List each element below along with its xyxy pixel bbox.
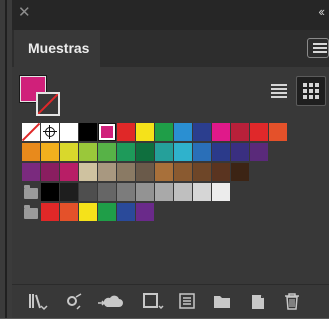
show-swatch-kinds-icon[interactable] xyxy=(140,289,164,313)
color-swatch[interactable] xyxy=(117,143,135,161)
color-swatch[interactable] xyxy=(155,143,173,161)
color-swatch[interactable] xyxy=(22,163,40,181)
color-swatch[interactable] xyxy=(79,203,97,221)
color-swatch[interactable] xyxy=(98,123,116,141)
color-swatch[interactable] xyxy=(41,143,59,161)
panel-menu-icon[interactable] xyxy=(307,38,329,58)
color-swatch[interactable] xyxy=(174,143,192,161)
color-swatch[interactable] xyxy=(193,163,211,181)
color-swatch[interactable] xyxy=(60,203,78,221)
color-swatch[interactable] xyxy=(117,183,135,201)
color-swatch[interactable] xyxy=(174,183,192,201)
color-swatch[interactable] xyxy=(174,163,192,181)
new-color-group-icon[interactable] xyxy=(210,289,234,313)
color-swatch[interactable] xyxy=(136,163,154,181)
color-swatch[interactable] xyxy=(231,143,249,161)
color-swatch[interactable] xyxy=(136,143,154,161)
color-swatch[interactable] xyxy=(22,143,40,161)
color-swatch[interactable] xyxy=(212,163,230,181)
color-swatch[interactable] xyxy=(60,123,78,141)
color-group-folder-icon[interactable] xyxy=(24,185,38,199)
color-swatch[interactable] xyxy=(41,203,59,221)
color-swatch[interactable] xyxy=(155,183,173,201)
swatches-panel: ✕ ‹‹ Muestras xyxy=(12,0,329,318)
color-swatch[interactable] xyxy=(117,203,135,221)
color-swatch[interactable] xyxy=(231,163,249,181)
panel-title-bar[interactable]: ✕ ‹‹ xyxy=(12,0,329,30)
tab-swatches[interactable]: Muestras xyxy=(14,30,100,67)
bottom-toolbar xyxy=(12,284,329,319)
color-swatch[interactable] xyxy=(193,123,211,141)
color-swatch[interactable] xyxy=(98,183,116,201)
swatch-registration[interactable] xyxy=(41,123,59,141)
color-swatch[interactable] xyxy=(193,143,211,161)
color-swatch[interactable] xyxy=(231,123,249,141)
color-swatch[interactable] xyxy=(250,143,268,161)
color-swatch[interactable] xyxy=(117,123,135,141)
collapse-panel-icon[interactable]: ‹‹ xyxy=(318,2,325,22)
panel-tab-row: Muestras xyxy=(12,30,329,67)
thumbnail-view-icon[interactable] xyxy=(296,76,326,106)
color-swatch[interactable] xyxy=(98,163,116,181)
color-swatch[interactable] xyxy=(155,123,173,141)
close-panel-icon[interactable]: ✕ xyxy=(18,3,31,23)
color-swatch[interactable] xyxy=(41,163,59,181)
color-swatch[interactable] xyxy=(60,183,78,201)
color-swatch[interactable] xyxy=(174,123,192,141)
cloud-library-icon[interactable] xyxy=(96,289,124,313)
stroke-swatch[interactable] xyxy=(36,92,60,116)
color-swatch[interactable] xyxy=(193,183,211,201)
color-swatch[interactable] xyxy=(98,203,116,221)
place-swatches-icon[interactable] xyxy=(62,289,86,313)
color-swatch[interactable] xyxy=(212,143,230,161)
color-swatch[interactable] xyxy=(212,183,230,201)
color-swatch[interactable] xyxy=(79,123,97,141)
list-view-icon[interactable] xyxy=(263,76,293,106)
swatch-none[interactable] xyxy=(22,123,40,141)
swatch-libraries-icon[interactable] xyxy=(26,289,50,313)
color-swatch[interactable] xyxy=(117,163,135,181)
color-swatch[interactable] xyxy=(136,203,154,221)
delete-swatch-icon[interactable] xyxy=(280,289,304,313)
color-group-folder-icon[interactable] xyxy=(24,205,38,219)
color-swatch[interactable] xyxy=(136,183,154,201)
color-swatch[interactable] xyxy=(136,123,154,141)
color-swatch[interactable] xyxy=(79,143,97,161)
color-swatch[interactable] xyxy=(250,123,268,141)
color-swatch[interactable] xyxy=(41,183,59,201)
color-swatch[interactable] xyxy=(79,183,97,201)
color-swatch[interactable] xyxy=(60,143,78,161)
color-swatch[interactable] xyxy=(60,163,78,181)
color-swatch[interactable] xyxy=(269,123,287,141)
color-swatch[interactable] xyxy=(98,143,116,161)
color-swatch[interactable] xyxy=(155,163,173,181)
new-swatch-icon[interactable] xyxy=(246,289,270,313)
adjacent-panel-edge xyxy=(0,0,12,318)
fill-stroke-indicator xyxy=(19,75,66,122)
color-swatch[interactable] xyxy=(212,123,230,141)
color-swatch[interactable] xyxy=(79,163,97,181)
swatch-options-icon[interactable] xyxy=(175,289,199,313)
